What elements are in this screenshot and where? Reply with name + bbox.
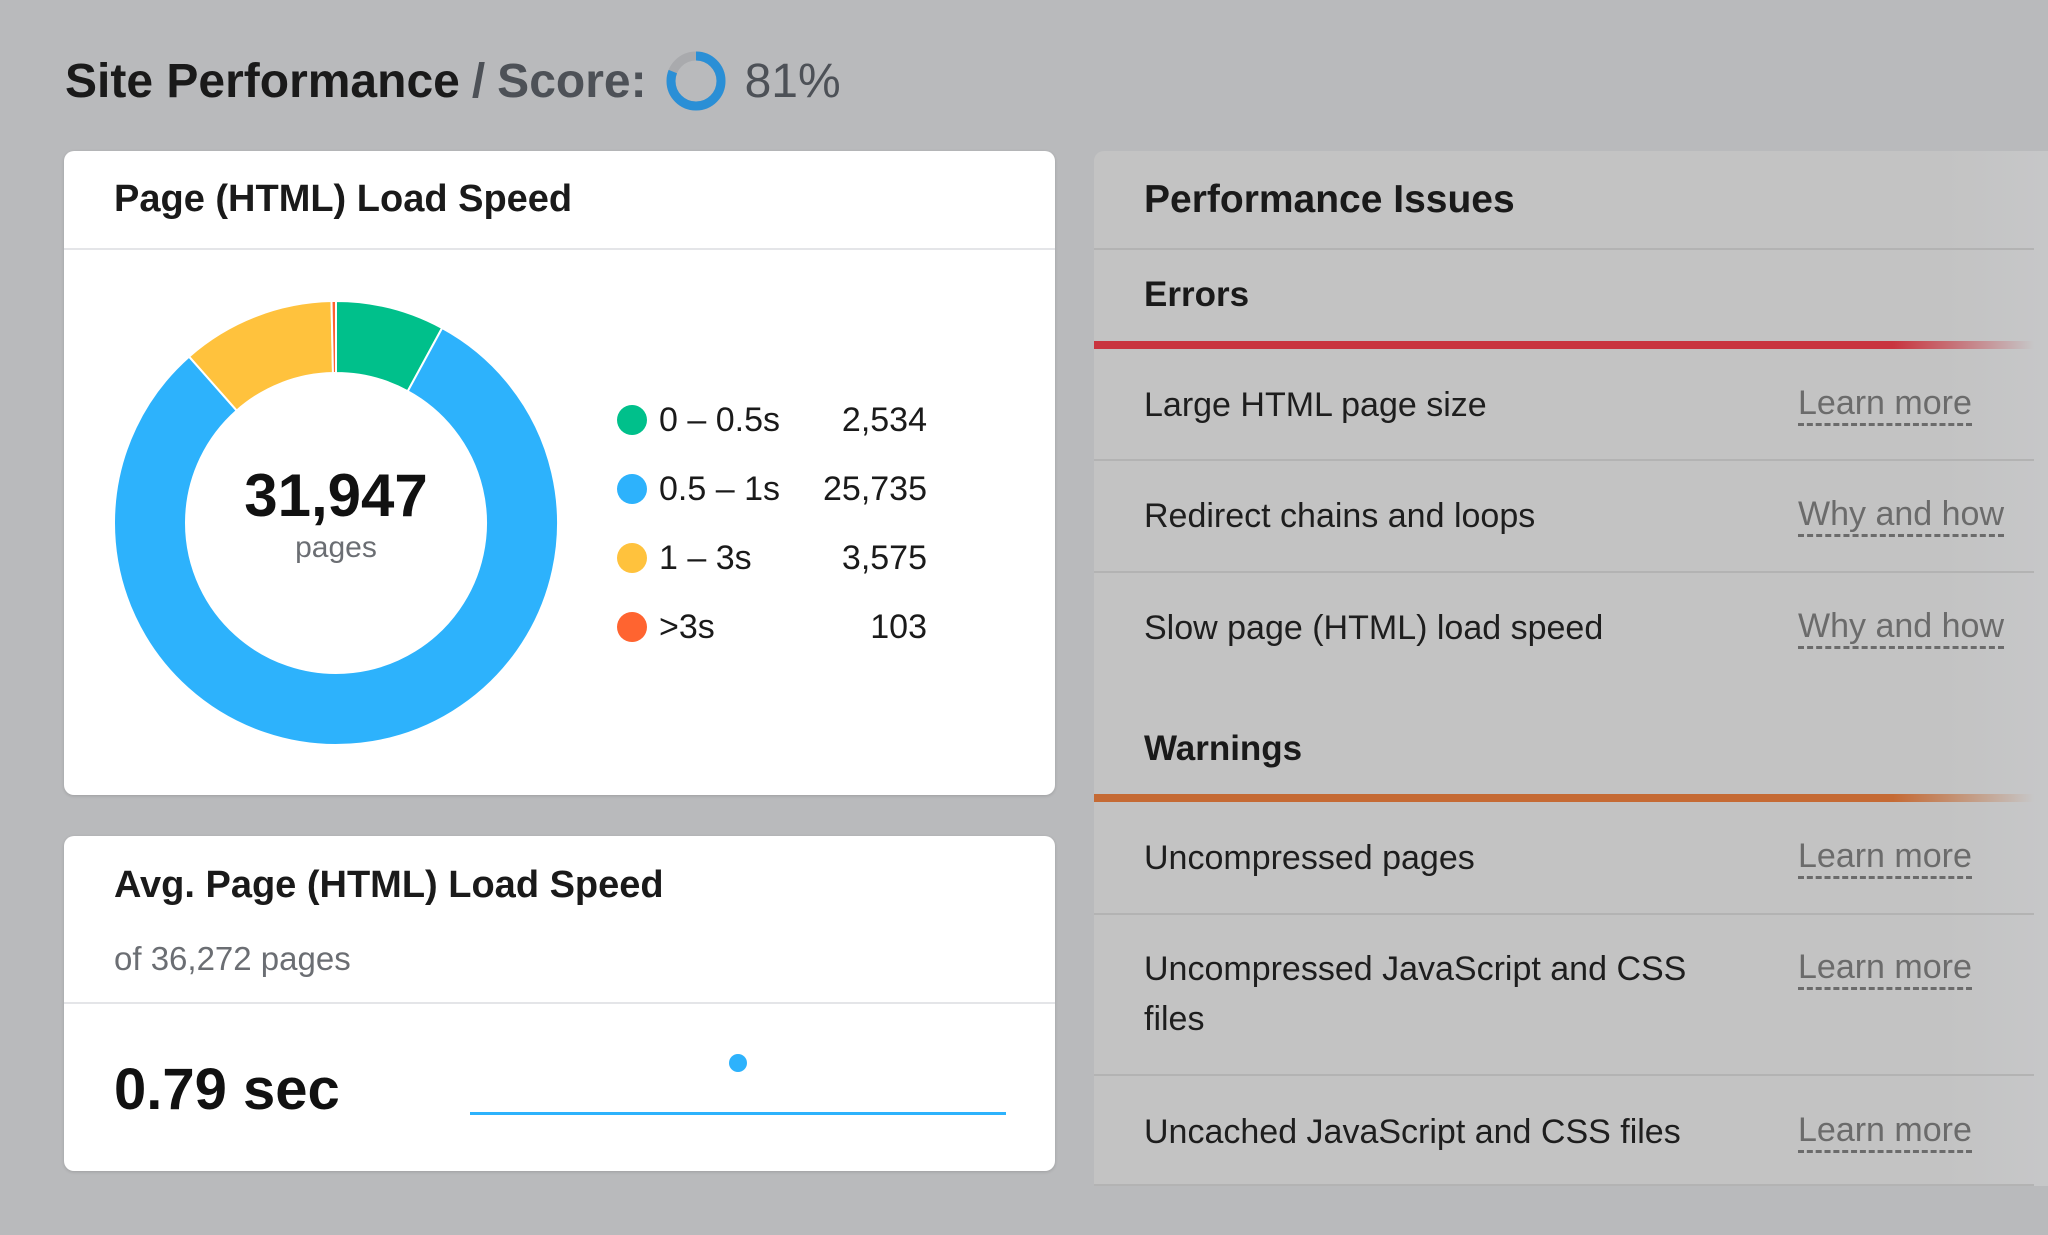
card-title: Avg. Page (HTML) Load Speed [114,864,664,906]
issue-link[interactable]: Learn more [1798,383,1972,426]
issue-link[interactable]: Learn more [1798,836,1972,879]
divider [1094,459,2034,461]
legend-value: 25,735 [823,470,927,508]
errors-bar [1094,341,2034,349]
legend-value: 3,575 [841,539,927,577]
issue-link[interactable]: Learn more [1798,947,1972,990]
issue-item[interactable]: Redirect chains and loops [1144,491,1744,541]
panel-title: Performance Issues [1144,178,1515,221]
divider [64,248,1055,250]
avg-value: 0.79 sec [114,1057,340,1122]
avg-load-speed-card: Avg. Page (HTML) Load Speed of 36,272 pa… [64,836,1055,1171]
load-speed-card: Page (HTML) Load Speed 31,947 pages 0 – … [64,151,1055,795]
score-ring-icon [666,51,726,111]
card-subtitle: of 36,272 pages [114,940,351,977]
warnings-bar [1094,794,2034,802]
divider [1094,1074,2034,1076]
title-separator: / [471,54,486,108]
trend-line [470,1112,1006,1115]
legend-dot [617,543,647,573]
legend-dot [617,405,647,435]
issue-item[interactable]: Large HTML page size [1144,380,1744,430]
divider [1094,571,2034,573]
divider [1094,913,2034,915]
total-unit: pages [295,531,377,564]
legend-value: 103 [870,608,927,646]
legend-dot [617,612,647,642]
issue-link[interactable]: Why and how [1798,494,2004,537]
issue-item[interactable]: Uncached JavaScript and CSS files [1144,1107,1744,1157]
page-title: Site Performance / Score: 81% [65,50,841,112]
issue-link[interactable]: Why and how [1798,606,2004,649]
card-title: Page (HTML) Load Speed [114,178,573,220]
divider [1094,248,2034,250]
issue-item[interactable]: Uncompressed pages [1144,833,1744,883]
total-pages: 31,947 [244,462,428,529]
score-value: 81% [744,54,841,108]
divider [1094,1184,2034,1186]
trend-point [729,1054,747,1072]
divider [64,1002,1055,1004]
legend-item: >3s [617,607,715,647]
errors-heading: Errors [1144,275,1250,314]
issue-item[interactable]: Uncompressed JavaScript and CSS files [1144,944,1744,1044]
legend-value: 2,534 [841,401,927,439]
issue-link[interactable]: Learn more [1798,1110,1972,1153]
legend-label: >3s [659,607,715,646]
score-label: Score: [497,54,647,108]
title-text: Site Performance [65,54,460,108]
donut-slice-3 [330,300,337,375]
warnings-heading: Warnings [1144,729,1303,768]
performance-issues-panel: Performance Issues Errors Large HTML pag… [1094,151,2048,1186]
legend-dot [617,474,647,504]
issue-item[interactable]: Slow page (HTML) load speed [1144,603,1744,653]
